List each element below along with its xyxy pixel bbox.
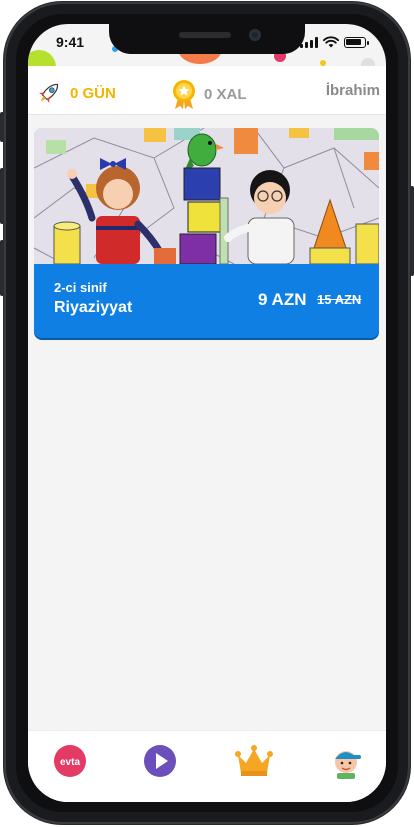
course-subject: Riyaziyyat: [54, 299, 133, 316]
rocket-icon: [39, 83, 59, 103]
speaker-grill: [179, 32, 231, 38]
side-button-power: [410, 186, 414, 276]
front-camera: [249, 29, 261, 41]
side-button-volume-down: [0, 240, 4, 296]
profile-avatar-icon: [335, 751, 361, 779]
nav-item-home[interactable]: evta: [52, 743, 88, 779]
app-header: 0 GÜN 0 XAL İbrahim: [28, 66, 386, 115]
nav-item-profile[interactable]: [328, 743, 364, 779]
course-image: [34, 128, 379, 264]
points-stat[interactable]: 0 XAL: [170, 78, 247, 110]
wifi-icon: [323, 36, 339, 48]
nav-item-leaderboard[interactable]: [234, 743, 274, 779]
nav-item-play[interactable]: [142, 743, 178, 779]
battery-icon: [344, 36, 369, 48]
course-old-price: 15 AZN: [317, 292, 362, 307]
course-price: 9 AZN: [258, 290, 307, 309]
points-value: 0 XAL: [204, 85, 247, 103]
crown-icon: [235, 745, 273, 776]
device-notch: [109, 24, 305, 54]
course-grade: 2-ci sinif: [54, 280, 107, 295]
status-icons: [300, 35, 369, 49]
course-info: 2-ci sinif Riyaziyyat 9 AZN 15 AZN: [34, 264, 379, 338]
side-button-silent: [0, 112, 4, 142]
status-time: 9:41: [56, 34, 85, 50]
bottom-nav: evta: [28, 730, 386, 802]
user-name[interactable]: İbrahim: [326, 82, 380, 99]
evta-logo-icon: evta: [54, 745, 86, 777]
medal-icon: [173, 80, 195, 109]
app-screen: 9:41 0 GÜN 0 XAL İbrahim 2-ci sinif Riya…: [28, 24, 386, 802]
evta-logo-text: evta: [60, 757, 80, 768]
play-icon: [144, 745, 176, 777]
side-button-volume-up: [0, 168, 4, 224]
streak-stat[interactable]: 0 GÜN: [34, 78, 116, 108]
streak-value: 0 GÜN: [70, 84, 116, 102]
course-card[interactable]: 2-ci sinif Riyaziyyat 9 AZN 15 AZN: [34, 128, 379, 338]
